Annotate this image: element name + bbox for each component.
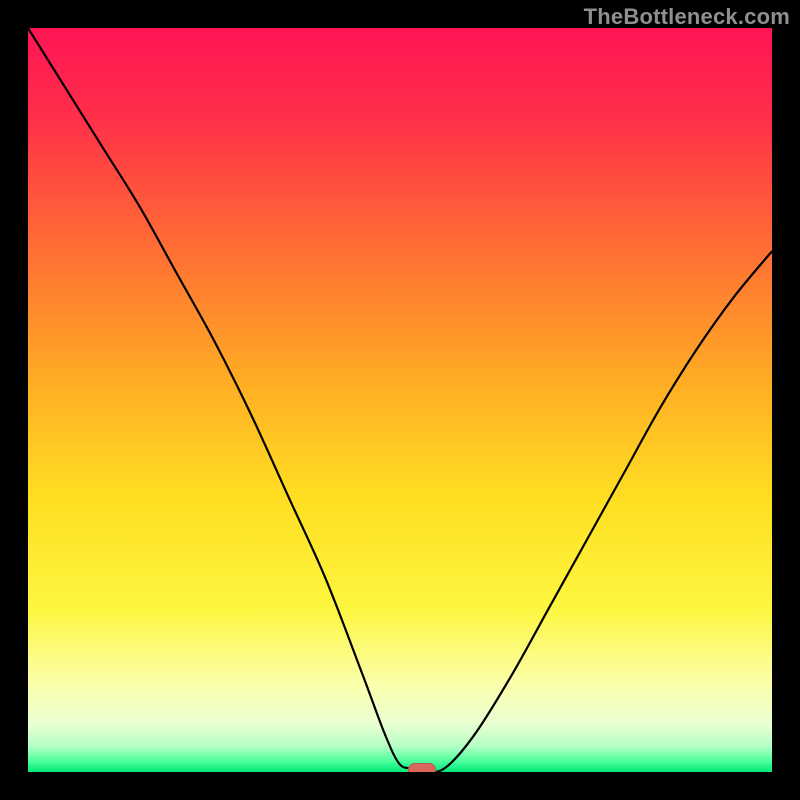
watermark-text: TheBottleneck.com xyxy=(584,4,790,30)
outer-frame: TheBottleneck.com xyxy=(0,0,800,800)
bottleneck-curve xyxy=(28,28,772,772)
plot-area xyxy=(28,28,772,772)
optimal-marker xyxy=(408,763,436,772)
